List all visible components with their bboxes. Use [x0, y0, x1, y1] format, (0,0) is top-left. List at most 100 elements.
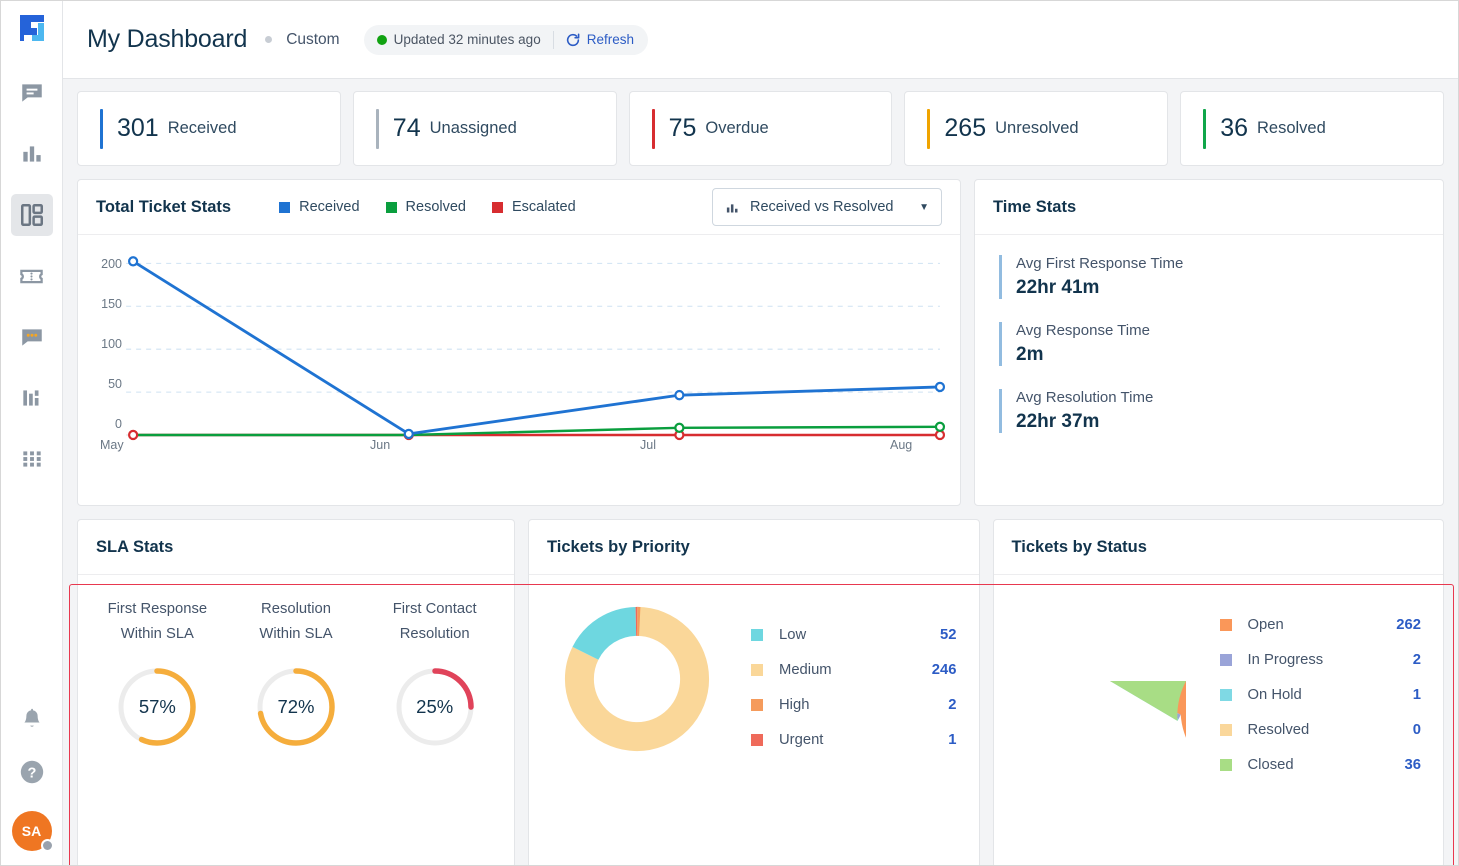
- gauge-label-line1: Resolution: [261, 601, 331, 617]
- kpi-card-unassigned[interactable]: 74 Unassigned: [352, 91, 617, 166]
- time-stat-value: 22hr 37m: [1016, 411, 1100, 432]
- main-area: My Dashboard Custom Updated 32 minutes a…: [63, 1, 1458, 865]
- legend-swatch: [751, 628, 763, 641]
- avatar[interactable]: SA: [11, 811, 54, 852]
- legend-swatch: [492, 201, 503, 213]
- gauge-first-contact: First Contact Resolution 25%: [365, 597, 504, 750]
- legend-value: 262: [1396, 616, 1421, 633]
- kpi-accent-bar: [375, 108, 379, 149]
- panel-title: Tickets by Status: [1011, 537, 1147, 556]
- sidebar-item-messages[interactable]: [11, 72, 53, 114]
- sidebar-item-conversations[interactable]: [11, 316, 53, 358]
- sidebar-bottom: ? SA: [11, 707, 54, 865]
- kpi-card-overdue[interactable]: 75 Overdue: [628, 91, 893, 166]
- kpi-accent-bar: [1203, 108, 1207, 149]
- legend-swatch: [1219, 688, 1232, 701]
- kpi-value: 301: [117, 114, 159, 142]
- priority-donut-chart: [561, 603, 713, 755]
- legend-row-high[interactable]: High 2: [751, 687, 957, 722]
- priority-legend: Low 52 Medium 246 High 2 Urgent 1: [713, 603, 957, 757]
- legend-value: 1: [948, 731, 957, 748]
- legend-row-on-hold[interactable]: On Hold 1: [1219, 677, 1421, 712]
- legend-row-in-progress[interactable]: In Progress 2: [1219, 642, 1421, 677]
- svg-text:?: ?: [27, 765, 36, 781]
- legend-swatch: [1219, 618, 1232, 631]
- legend-row-closed[interactable]: Closed 36: [1219, 747, 1421, 782]
- chat-dots-icon: [21, 329, 42, 346]
- status-pie-chart: [1034, 605, 1333, 786]
- status-chart-area: Open 262 In Progress 2 On Hold 1 Resolve…: [994, 575, 1444, 786]
- sla-gauges: First Response Within SLA 57% Resolution…: [78, 575, 514, 750]
- time-stat-item: Avg Resolution Time 22hr 37m: [999, 389, 1443, 433]
- legend-swatch: [1219, 653, 1232, 666]
- time-stat-label: Avg Response Time: [1016, 322, 1150, 339]
- kpi-label: Resolved: [1257, 119, 1326, 137]
- legend-row-open[interactable]: Open 262: [1219, 607, 1421, 642]
- gauge-resolution: Resolution Within SLA 72%: [227, 597, 366, 750]
- legend-value: 246: [931, 661, 957, 678]
- kpi-accent-bar: [927, 108, 931, 149]
- legend-label: Closed: [1247, 756, 1294, 773]
- time-stat-value: 22hr 41m: [1016, 277, 1100, 298]
- kpi-card-unresolved[interactable]: 265 Unresolved: [904, 91, 1169, 166]
- gauge-label-line1: First Response: [107, 601, 208, 617]
- legend-row-medium[interactable]: Medium 246: [751, 652, 957, 687]
- status-legend: Open 262 In Progress 2 On Hold 1 Resolve…: [1186, 603, 1421, 782]
- line-chart: 200 150 100 50 0 May Jun Jul Aug: [78, 235, 960, 513]
- status-pill: Updated 32 minutes ago Refresh: [363, 24, 648, 55]
- sidebar-item-apps[interactable]: [11, 438, 53, 480]
- top-header: My Dashboard Custom Updated 32 minutes a…: [63, 1, 1458, 79]
- legend-item-escalated[interactable]: Escalated: [492, 199, 576, 215]
- time-stats-panel: Time Stats Avg First Response Time 22hr …: [974, 179, 1444, 506]
- sidebar-item-reports[interactable]: [11, 377, 53, 419]
- tickets-by-priority-panel: Tickets by Priority Low 52 Medium 246 Hi…: [528, 519, 980, 865]
- legend-swatch: [751, 663, 763, 676]
- chart-metric-select[interactable]: Received vs Resolved ▼: [712, 188, 942, 226]
- legend-row-low[interactable]: Low 52: [751, 617, 957, 652]
- legend-value: 1: [1412, 686, 1421, 703]
- gauge-ring: 57%: [114, 664, 200, 750]
- status-dot-icon: [376, 34, 387, 45]
- kpi-card-received[interactable]: 301 Received: [77, 91, 341, 166]
- sidebar-item-tickets[interactable]: [11, 255, 53, 297]
- legend-label: On Hold: [1247, 686, 1302, 703]
- time-stat-value: 2m: [1016, 344, 1044, 365]
- legend-row-urgent[interactable]: Urgent 1: [751, 722, 957, 757]
- time-stat-label: Avg First Response Time: [1016, 255, 1184, 272]
- refresh-label: Refresh: [586, 32, 634, 47]
- sidebar-item-analytics[interactable]: [11, 133, 53, 175]
- panel-title: Total Ticket Stats: [96, 197, 232, 216]
- sla-stats-panel: SLA Stats First Response Within SLA 57% …: [77, 519, 515, 865]
- legend-item-resolved[interactable]: Resolved: [385, 199, 466, 215]
- legend-row-resolved[interactable]: Resolved 0: [1219, 712, 1421, 747]
- time-stats-list: Avg First Response Time 22hr 41m Avg Res…: [975, 235, 1443, 433]
- legend-label: Open: [1247, 616, 1284, 633]
- tickets-by-status-panel: Tickets by Status Open 262 In Progress 2…: [992, 519, 1444, 865]
- bottom-row: SLA Stats First Response Within SLA 57% …: [77, 519, 1444, 865]
- bell-icon[interactable]: [19, 707, 45, 738]
- gauge-value: 72%: [277, 695, 315, 717]
- legend-label: Resolved: [405, 199, 466, 215]
- panel-title: SLA Stats: [96, 537, 174, 556]
- gauge-value: 57%: [138, 695, 176, 717]
- kpi-card-resolved[interactable]: 36 Resolved: [1180, 91, 1444, 166]
- dashboard-type-label: Custom: [286, 30, 340, 48]
- time-stat-item: Avg Response Time 2m: [999, 322, 1443, 366]
- updated-status: Updated 32 minutes ago: [364, 32, 553, 47]
- legend-label: High: [779, 696, 810, 713]
- kpi-accent-bar: [651, 108, 655, 149]
- legend-label: Received: [299, 199, 360, 215]
- priority-chart-area: Low 52 Medium 246 High 2 Urgent 1: [529, 575, 979, 757]
- help-circle-icon[interactable]: ?: [18, 758, 46, 791]
- freshdesk-logo[interactable]: [15, 11, 49, 45]
- legend-swatch: [751, 733, 763, 746]
- left-sidebar: ? SA: [1, 1, 63, 865]
- sidebar-item-dashboard[interactable]: [10, 194, 53, 236]
- kpi-label: Unresolved: [995, 119, 1079, 137]
- refresh-button[interactable]: Refresh: [554, 32, 648, 48]
- legend-item-received[interactable]: Received: [279, 199, 360, 215]
- legend-label: Medium: [779, 661, 832, 678]
- chevron-down-icon: ▼: [919, 201, 929, 213]
- gauge-first-response: First Response Within SLA 57%: [88, 597, 227, 750]
- legend-value: 0: [1412, 721, 1421, 738]
